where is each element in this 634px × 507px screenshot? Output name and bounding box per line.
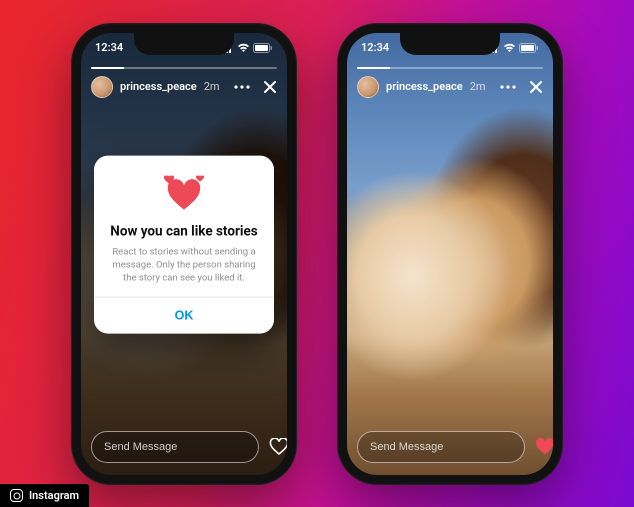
phone-left: 12:34 princess_peace 2m [71, 23, 297, 485]
like-stories-popup: Now you can like stories React to storie… [94, 155, 274, 334]
story-progress-fill [357, 67, 390, 69]
story-user-row[interactable]: princess_peace 2m [91, 76, 277, 98]
close-icon[interactable] [263, 80, 277, 94]
phone-notch [134, 33, 234, 55]
story-photo[interactable] [347, 33, 553, 475]
more-icon[interactable] [234, 85, 250, 89]
battery-icon [253, 43, 273, 53]
heart-outline-icon [269, 438, 287, 456]
story-timestamp: 2m [470, 80, 486, 93]
source-watermark: Instagram [0, 484, 89, 507]
like-story-button[interactable] [535, 436, 553, 458]
heart-icon [168, 179, 200, 209]
phone-mockups-row: 12:34 princess_peace 2m [0, 0, 634, 507]
battery-icon [519, 43, 539, 53]
phone-left-screen: 12:34 princess_peace 2m [81, 33, 287, 475]
mini-heart-icon [196, 175, 204, 181]
send-message-input[interactable] [91, 431, 259, 463]
popup-title: Now you can like stories [110, 223, 257, 239]
story-header: princess_peace 2m [81, 61, 287, 98]
wifi-icon [503, 43, 516, 53]
watermark-label: Instagram [29, 489, 79, 502]
phone-right-screen: 12:34 princess_peace 2m [347, 33, 553, 475]
more-icon[interactable] [500, 85, 516, 89]
wifi-icon [237, 43, 250, 53]
story-username[interactable]: princess_peace [386, 80, 463, 93]
story-progress-bar [357, 67, 543, 69]
story-header: princess_peace 2m [347, 61, 553, 98]
story-progress-fill [91, 67, 124, 69]
hearts-illustration [160, 175, 208, 213]
status-time: 12:34 [361, 41, 389, 54]
story-username[interactable]: princess_peace [120, 80, 197, 93]
story-timestamp: 2m [204, 80, 220, 93]
phone-right: 12:34 princess_peace 2m [337, 23, 563, 485]
story-progress-bar [91, 67, 277, 69]
like-story-button[interactable] [269, 436, 287, 458]
status-time: 12:34 [95, 41, 123, 54]
popup-body: React to stories without sending a messa… [108, 245, 260, 285]
story-bottom-bar [347, 423, 553, 475]
story-user-row[interactable]: princess_peace 2m [357, 76, 543, 98]
popup-ok-button[interactable]: OK [108, 298, 260, 334]
instagram-glyph-icon [10, 489, 23, 502]
phone-notch [400, 33, 500, 55]
close-icon[interactable] [529, 80, 543, 94]
heart-filled-icon [535, 438, 553, 456]
avatar[interactable] [91, 76, 113, 98]
avatar[interactable] [357, 76, 379, 98]
send-message-input[interactable] [357, 431, 525, 463]
story-bottom-bar [81, 423, 287, 475]
